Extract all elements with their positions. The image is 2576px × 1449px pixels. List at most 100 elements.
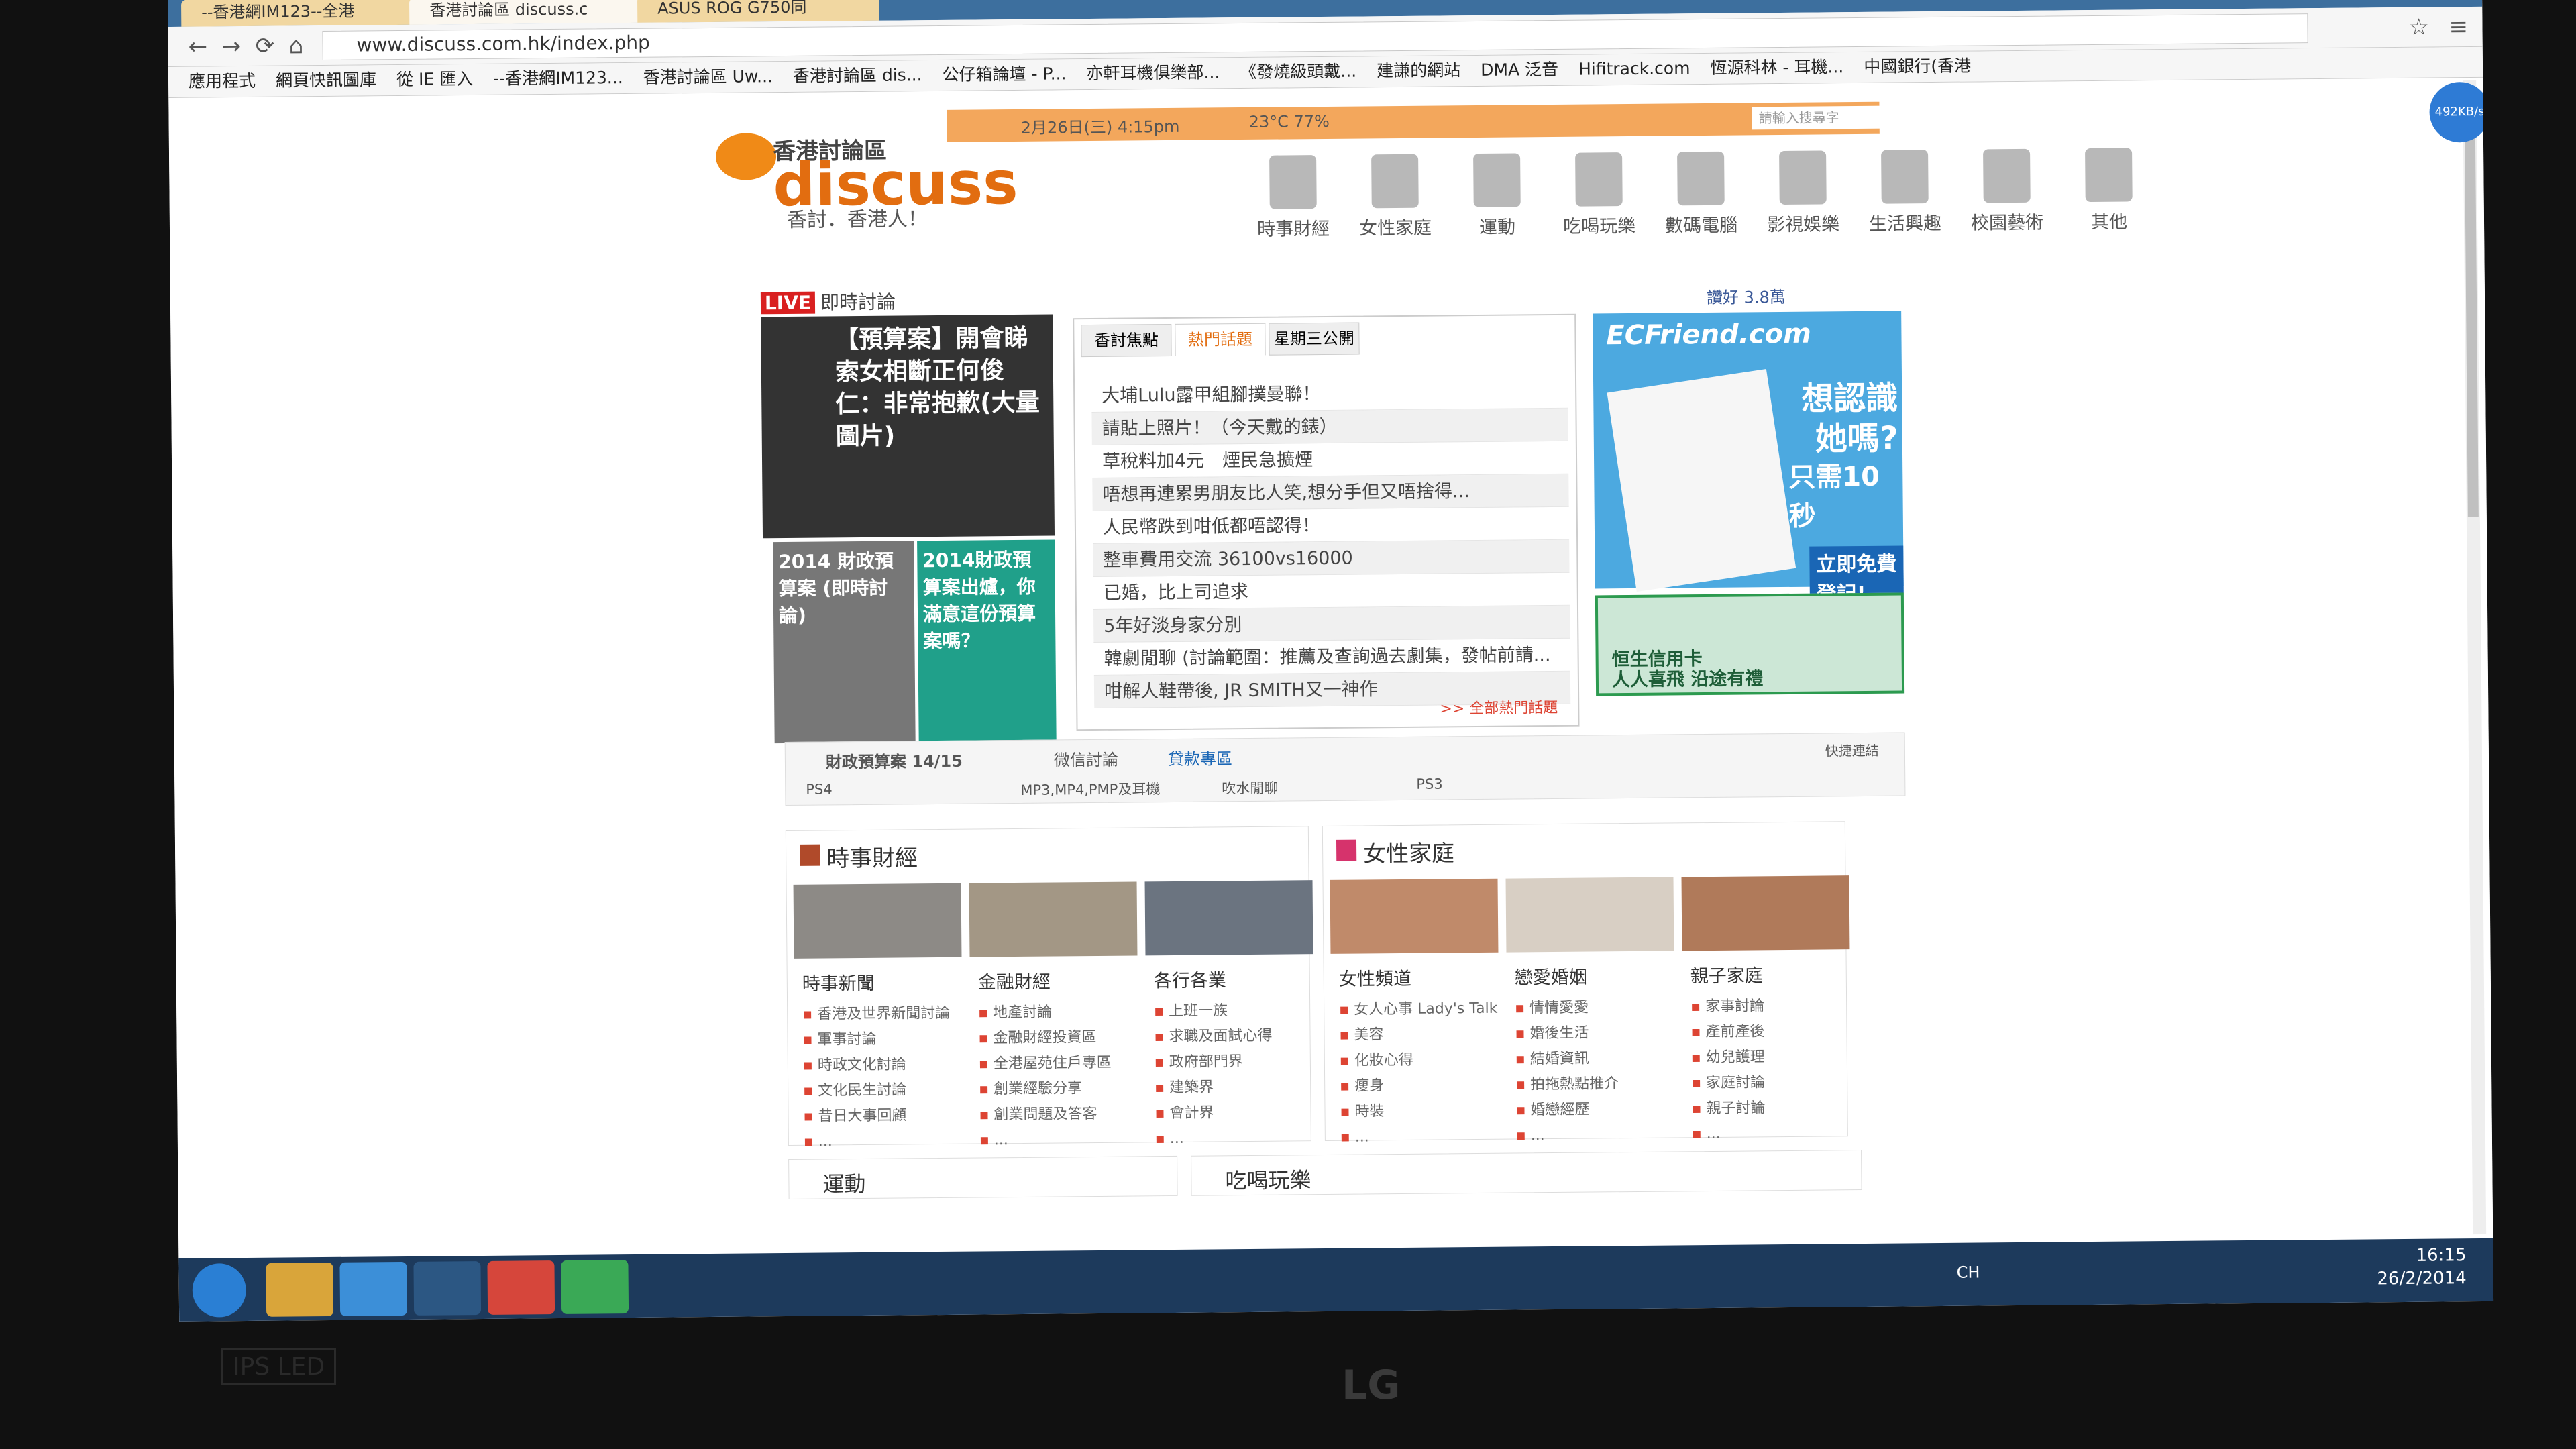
- bookmark-item[interactable]: --香港網IM123...: [493, 63, 623, 94]
- headline-card[interactable]: 【預算案】開會睇索女相斷正何俊仁：非常抱歉(大量圖片): [761, 314, 1055, 539]
- forum-link[interactable]: 女人心事 Lady's Talk: [1339, 996, 1499, 1023]
- section-thumbnail[interactable]: [1144, 880, 1313, 956]
- more-link[interactable]: ...: [1340, 1124, 1500, 1150]
- bookmark-item[interactable]: 香港討論區 Uw...: [643, 62, 773, 93]
- more-link[interactable]: ...: [1155, 1125, 1315, 1152]
- forum-link[interactable]: 情情愛愛: [1515, 994, 1674, 1021]
- forum-link[interactable]: 創業經驗分享: [979, 1075, 1138, 1102]
- home-icon[interactable]: ⌂: [288, 32, 303, 59]
- forum-link[interactable]: 香港及世界新聞討論: [802, 1001, 962, 1028]
- hot-topic-item[interactable]: 草稅料加4元 煙民急擴煙: [1091, 441, 1569, 478]
- column-heading[interactable]: 時事新聞: [802, 968, 962, 996]
- ad-ecfriend[interactable]: ECFriend.com 想認識 她嗎? 只需10秒 立即免費登記!: [1593, 311, 1904, 608]
- section-thumbnail[interactable]: [1681, 875, 1850, 951]
- clock[interactable]: 16:15 26/2/2014: [2377, 1244, 2467, 1290]
- section-title[interactable]: 時事財經: [826, 839, 918, 873]
- forum-link[interactable]: 全港屋苑住戶專區: [979, 1050, 1138, 1077]
- column-heading[interactable]: 親子家庭: [1690, 960, 1850, 987]
- hot-topic-item[interactable]: 唔想再連累男朋友比人笑,想分手但又唔捨得...: [1092, 474, 1569, 511]
- forum-link[interactable]: 創業問題及答客: [979, 1101, 1138, 1128]
- column-heading[interactable]: 戀愛婚姻: [1515, 961, 1674, 989]
- forum-link[interactable]: 時裝: [1340, 1098, 1499, 1125]
- section-thumbnail[interactable]: [1330, 878, 1499, 954]
- section-thumbnail[interactable]: [969, 881, 1138, 957]
- nav-item[interactable]: 生活興趣: [1854, 150, 1955, 235]
- star-icon[interactable]: ☆: [2408, 14, 2429, 41]
- more-link[interactable]: ...: [1516, 1122, 1676, 1148]
- forum-link[interactable]: 家事討論: [1690, 993, 1850, 1020]
- quick-sub-chat[interactable]: 吹水閒聊: [1222, 777, 1278, 798]
- hot-topic-item[interactable]: 整車費用交流 36100vs16000: [1093, 539, 1570, 577]
- tab-hot[interactable]: 熱門話題: [1175, 323, 1266, 356]
- column-heading[interactable]: 各行各業: [1154, 965, 1313, 992]
- forum-link[interactable]: 婚後生活: [1515, 1020, 1674, 1046]
- bookmark-item[interactable]: 公仔箱論壇 - P...: [942, 59, 1066, 90]
- tab-discuss[interactable]: 香港討論區 discuss.c: [409, 0, 651, 25]
- forum-link[interactable]: 軍事討論: [802, 1026, 962, 1053]
- ie-icon[interactable]: [339, 1261, 408, 1316]
- forward-icon[interactable]: →: [221, 33, 241, 60]
- forum-link[interactable]: 親子討論: [1691, 1095, 1851, 1122]
- bookmark-item[interactable]: DMA 泛音: [1481, 55, 1558, 85]
- nav-item[interactable]: 運動: [1446, 153, 1548, 239]
- section-food[interactable]: 吃喝玩樂: [1191, 1150, 1862, 1196]
- forum-link[interactable]: 產前產後: [1690, 1018, 1850, 1045]
- forum-link[interactable]: 求職及面試心得: [1154, 1023, 1313, 1050]
- chrome-icon[interactable]: [487, 1260, 555, 1315]
- tab-wednesday[interactable]: 星期三公開: [1269, 322, 1360, 356]
- tab-focus[interactable]: 香討焦點: [1081, 323, 1172, 358]
- thumb-budget-poll[interactable]: 2014財政預算案出爐，你滿意這份預算案嗎？: [917, 539, 1057, 743]
- more-link[interactable]: ...: [804, 1128, 963, 1155]
- reload-icon[interactable]: ⟳: [255, 33, 274, 60]
- forum-link[interactable]: 拍拖熱點推介: [1515, 1071, 1675, 1097]
- bookmark-item[interactable]: 中國銀行(香港: [1864, 52, 1971, 82]
- forum-link[interactable]: 美容: [1339, 1022, 1499, 1049]
- column-heading[interactable]: 金融財經: [978, 966, 1138, 994]
- tab-asus[interactable]: ASUS ROG G750同: [637, 0, 879, 23]
- more-link[interactable]: ...: [979, 1126, 1139, 1153]
- hot-topic-item[interactable]: 請貼上照片！（今天戴的錶）: [1091, 408, 1568, 446]
- hot-topic-item[interactable]: 韓劇閒聊 (討論範圍：推薦及查詢過去劇集，發帖前請...: [1093, 638, 1570, 676]
- bookmark-item[interactable]: 建謙的網站: [1377, 56, 1460, 86]
- quick-link-wechat[interactable]: 微信討論: [1054, 747, 1118, 771]
- hot-topic-item[interactable]: 已婚，比上司追求: [1093, 572, 1570, 610]
- forum-link[interactable]: 幼兒護理: [1691, 1044, 1851, 1071]
- thumb-budget-live[interactable]: 2014 財政預算案 (即時討論): [773, 541, 916, 744]
- forum-link[interactable]: 上班一族: [1154, 998, 1313, 1024]
- quick-link-loan[interactable]: 貸款專區: [1168, 745, 1232, 769]
- quick-link-budget[interactable]: 財政預算案 14/15: [826, 748, 963, 773]
- section-thumbnail[interactable]: [793, 883, 962, 959]
- nav-item[interactable]: 時事財經: [1242, 155, 1344, 241]
- bookmark-item[interactable]: 應用程式: [189, 66, 256, 97]
- bookmark-item[interactable]: 亦軒耳機俱樂部...: [1086, 58, 1220, 89]
- nav-item[interactable]: 校園藝術: [1956, 148, 2057, 234]
- bookmark-item[interactable]: 網頁快訊圖庫: [276, 65, 376, 95]
- more-hot-link[interactable]: >> 全部熱門話題: [1440, 696, 1558, 718]
- facebook-like[interactable]: 讚好 3.8萬: [1707, 284, 1786, 308]
- column-heading[interactable]: 女性頻道: [1339, 963, 1499, 991]
- nav-item[interactable]: 其他: [2058, 148, 2159, 233]
- bookmark-item[interactable]: 《發燒級頭戴...: [1240, 57, 1356, 88]
- hot-topic-item[interactable]: 大埔Lulu露甲組腳撲曼聯！: [1091, 375, 1568, 413]
- bookmark-item[interactable]: 從 IE 匯入: [396, 64, 473, 95]
- forum-link[interactable]: 瘦身: [1340, 1073, 1499, 1099]
- quick-sub-ps4[interactable]: PS4: [806, 781, 833, 797]
- forum-link[interactable]: 時政文化討論: [803, 1052, 963, 1079]
- nav-item[interactable]: 吃喝玩樂: [1548, 152, 1650, 238]
- tab-im123[interactable]: --香港網IM123--全港: [180, 0, 423, 27]
- forum-link[interactable]: 政府部門界: [1155, 1049, 1314, 1075]
- menu-icon[interactable]: ≡: [2449, 13, 2468, 40]
- section-thumbnail[interactable]: [1505, 877, 1674, 953]
- hot-topic-item[interactable]: 5年好淡身家分別: [1093, 605, 1570, 643]
- start-button-icon[interactable]: [192, 1263, 247, 1318]
- explorer-icon[interactable]: [266, 1262, 334, 1317]
- bookmark-item[interactable]: 香港討論區 dis...: [793, 60, 922, 91]
- forum-link[interactable]: 地產討論: [978, 999, 1138, 1026]
- tray-lang[interactable]: CH: [1957, 1263, 1980, 1281]
- nav-item[interactable]: 女性家庭: [1344, 154, 1446, 239]
- section-title[interactable]: 女性家庭: [1363, 835, 1454, 868]
- more-link[interactable]: ...: [1692, 1120, 1851, 1147]
- hot-topic-item[interactable]: 人民幣跌到咁低都唔認得！: [1092, 506, 1570, 544]
- forum-link[interactable]: 家庭討論: [1691, 1069, 1851, 1096]
- quick-connect[interactable]: 快捷連結: [1825, 740, 1879, 760]
